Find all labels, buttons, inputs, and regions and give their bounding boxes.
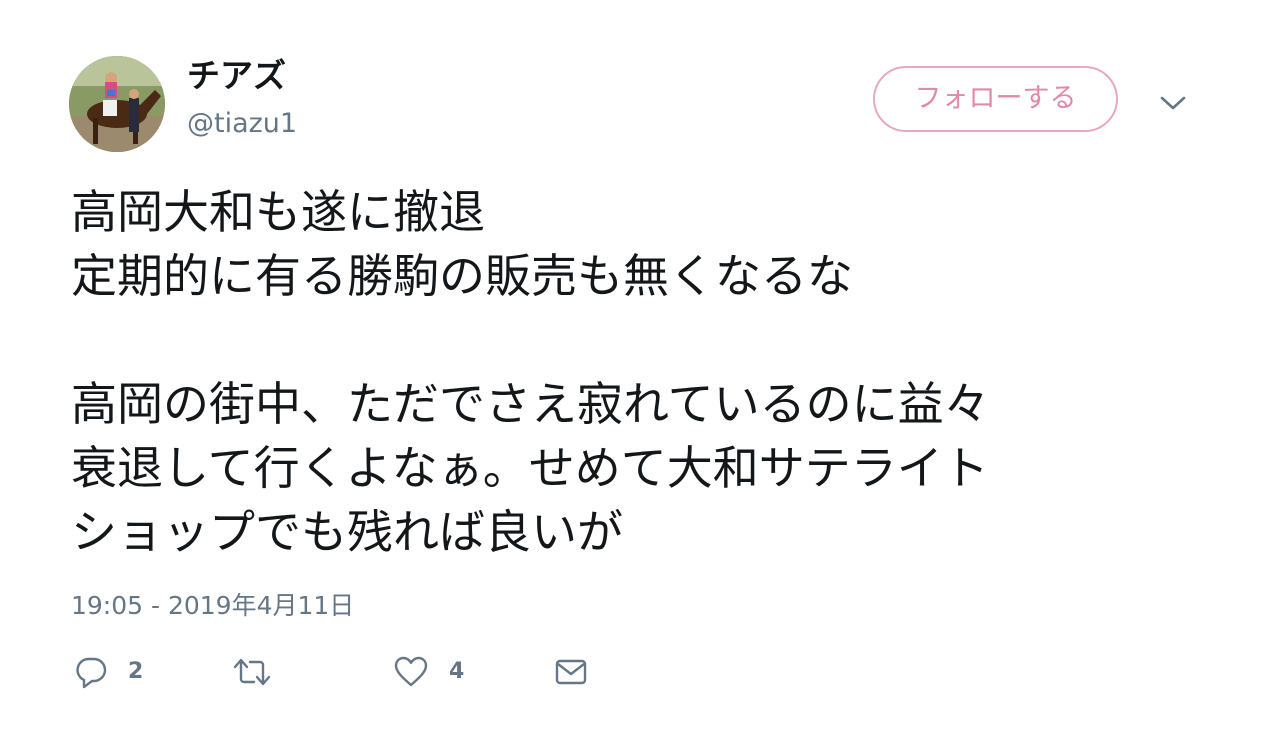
chevron-down-icon xyxy=(1160,96,1186,110)
horse-jockey-photo-icon xyxy=(69,56,165,152)
reply-button[interactable]: 2 xyxy=(74,654,143,690)
tweet-timestamp[interactable]: 19:05 - 2019年4月11日 xyxy=(71,590,354,622)
tweet-text: 高岡大和も遂に撤退 定期的に有る勝駒の販売も無くなるな 高岡の街中、ただでさえ寂… xyxy=(71,180,1221,564)
reply-count: 2 xyxy=(128,659,144,684)
retweet-icon xyxy=(233,658,271,686)
direct-message-button[interactable] xyxy=(554,654,588,690)
heart-icon xyxy=(394,656,428,687)
avatar[interactable] xyxy=(69,56,165,152)
tweet-text-line: 高岡大和も遂に撤退 xyxy=(71,185,485,239)
reply-icon xyxy=(76,657,107,689)
user-handle[interactable]: @tiazu1 xyxy=(187,107,297,141)
like-button[interactable]: 4 xyxy=(393,654,464,690)
tweet-menu-button[interactable] xyxy=(1158,90,1188,114)
tweet-text-line: ショップでも残れば良いが xyxy=(71,505,623,559)
retweet-button[interactable] xyxy=(232,654,292,690)
follow-button[interactable]: フォローする xyxy=(873,66,1118,132)
display-name[interactable]: チアズ xyxy=(187,56,286,96)
tweet-text-line: 衰退して行くよなぁ。せめて大和サテライト xyxy=(71,441,989,495)
tweet-text-line: 高岡の街中、ただでさえ寂れているのに益々 xyxy=(71,377,990,431)
like-count: 4 xyxy=(449,659,465,684)
tweet-text-line: 定期的に有る勝駒の販売も無くなるな xyxy=(71,249,853,303)
envelope-icon xyxy=(555,659,587,685)
